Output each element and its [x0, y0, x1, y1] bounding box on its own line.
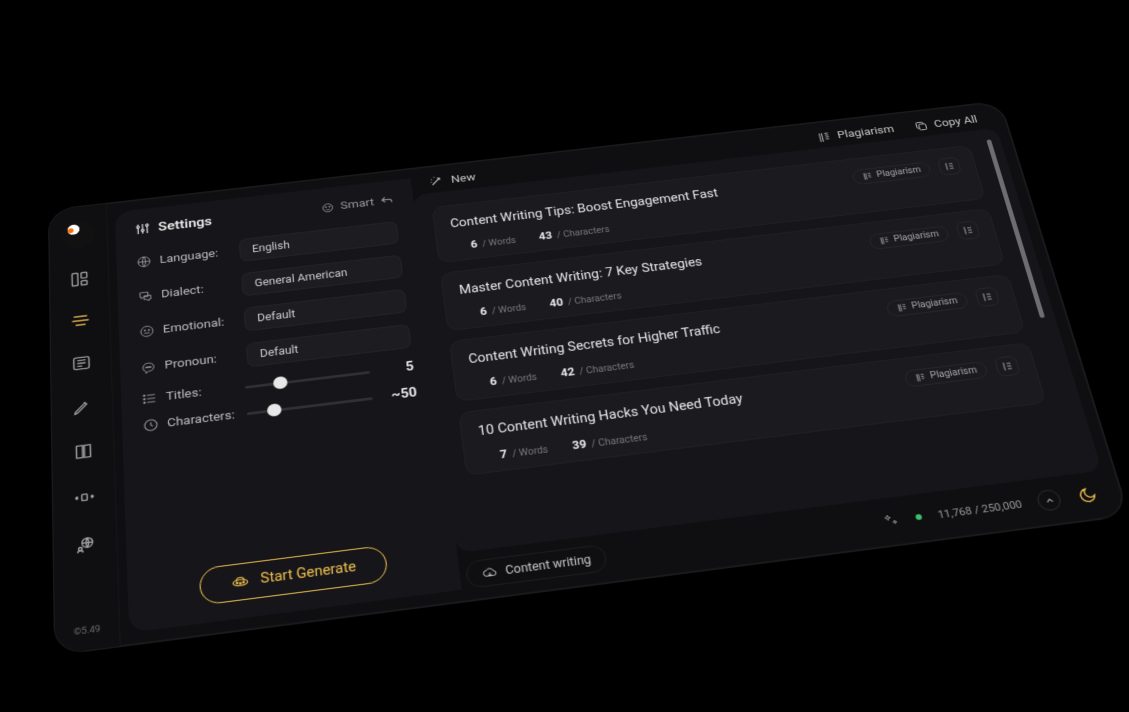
globe-icon — [135, 254, 151, 269]
card-action-icon[interactable] — [936, 157, 961, 176]
titles-slider[interactable] — [244, 371, 369, 389]
theme-toggle[interactable] — [1073, 484, 1101, 507]
emotional-select[interactable]: Default — [243, 289, 407, 332]
plagiarism-label: Plagiarism — [836, 123, 896, 141]
pronoun-label: Pronoun: — [164, 353, 217, 372]
settings-panel: Settings Smart Language: English D — [114, 178, 461, 633]
tab-settings-label: Settings — [157, 214, 212, 235]
titles-label: Titles: — [165, 386, 201, 403]
dialect-label: Dialect: — [160, 283, 203, 300]
characters-slider[interactable] — [246, 397, 372, 415]
emotion-icon — [138, 324, 155, 339]
language-select[interactable]: English — [238, 221, 399, 262]
characters-icon — [142, 417, 159, 433]
titles-value: 5 — [379, 360, 415, 378]
plagiarism-chip[interactable]: Plagiarism — [867, 225, 950, 250]
cloud-icon — [481, 565, 498, 580]
plagiarism-chip[interactable]: Plagiarism — [902, 361, 988, 388]
plagiarism-chip[interactable]: Plagiarism — [850, 161, 931, 185]
card-action-icon[interactable] — [955, 220, 981, 240]
copy-icon — [912, 119, 929, 132]
avatar[interactable] — [61, 219, 95, 250]
pronoun-select[interactable]: Default — [246, 324, 412, 368]
pronoun-icon — [140, 359, 157, 375]
app-window: ©5.49 Settings Smart Language: — [47, 100, 1129, 655]
topic-label: Content writing — [504, 553, 591, 578]
start-generate-button[interactable]: Start Generate — [198, 545, 388, 606]
main-area: New Plagiarism Copy All — [410, 111, 1112, 589]
characters-value: ~50 — [381, 386, 417, 404]
sparkle-icon — [880, 512, 900, 529]
dialect-select[interactable]: General American — [241, 255, 403, 297]
new-label: New — [450, 171, 476, 185]
book-icon[interactable] — [70, 439, 95, 464]
version-label: ©5.49 — [73, 625, 100, 638]
emotional-label: Emotional: — [162, 316, 224, 336]
chevron-up-icon[interactable] — [1035, 489, 1063, 512]
plagiarism-chip[interactable]: Plagiarism — [884, 291, 969, 317]
language-label: Language: — [159, 247, 218, 266]
plagiarism-icon — [815, 130, 832, 143]
status-dot — [914, 514, 922, 520]
card-action-icon[interactable] — [974, 287, 1000, 308]
new-button[interactable]: New — [427, 171, 476, 189]
generate-label: Start Generate — [260, 559, 357, 587]
news-icon[interactable] — [68, 351, 93, 375]
tab-smart-label: Smart — [339, 196, 374, 212]
tab-settings[interactable]: Settings — [134, 214, 212, 237]
list-icon — [141, 391, 158, 407]
expand-icon[interactable] — [71, 485, 97, 510]
menu-icon[interactable] — [67, 309, 91, 332]
wand-icon — [427, 174, 444, 188]
card-action-icon[interactable] — [993, 355, 1020, 377]
tab-smart[interactable]: Smart — [319, 194, 394, 214]
layout-icon[interactable] — [67, 268, 91, 290]
ufo-icon — [230, 574, 250, 590]
globe-user-icon[interactable] — [72, 531, 98, 557]
characters-label: Characters: — [166, 408, 234, 430]
edit-icon[interactable] — [69, 395, 94, 419]
dialect-icon — [137, 289, 153, 304]
copy-all-label: Copy All — [932, 114, 978, 130]
nav-rail: ©5.49 — [48, 204, 120, 655]
topic-tag[interactable]: Content writing — [464, 544, 608, 589]
credits-display: 11,768 / 250,000 — [936, 498, 1023, 521]
copy-all-button[interactable]: Copy All — [912, 114, 978, 132]
undo-icon — [379, 194, 395, 207]
